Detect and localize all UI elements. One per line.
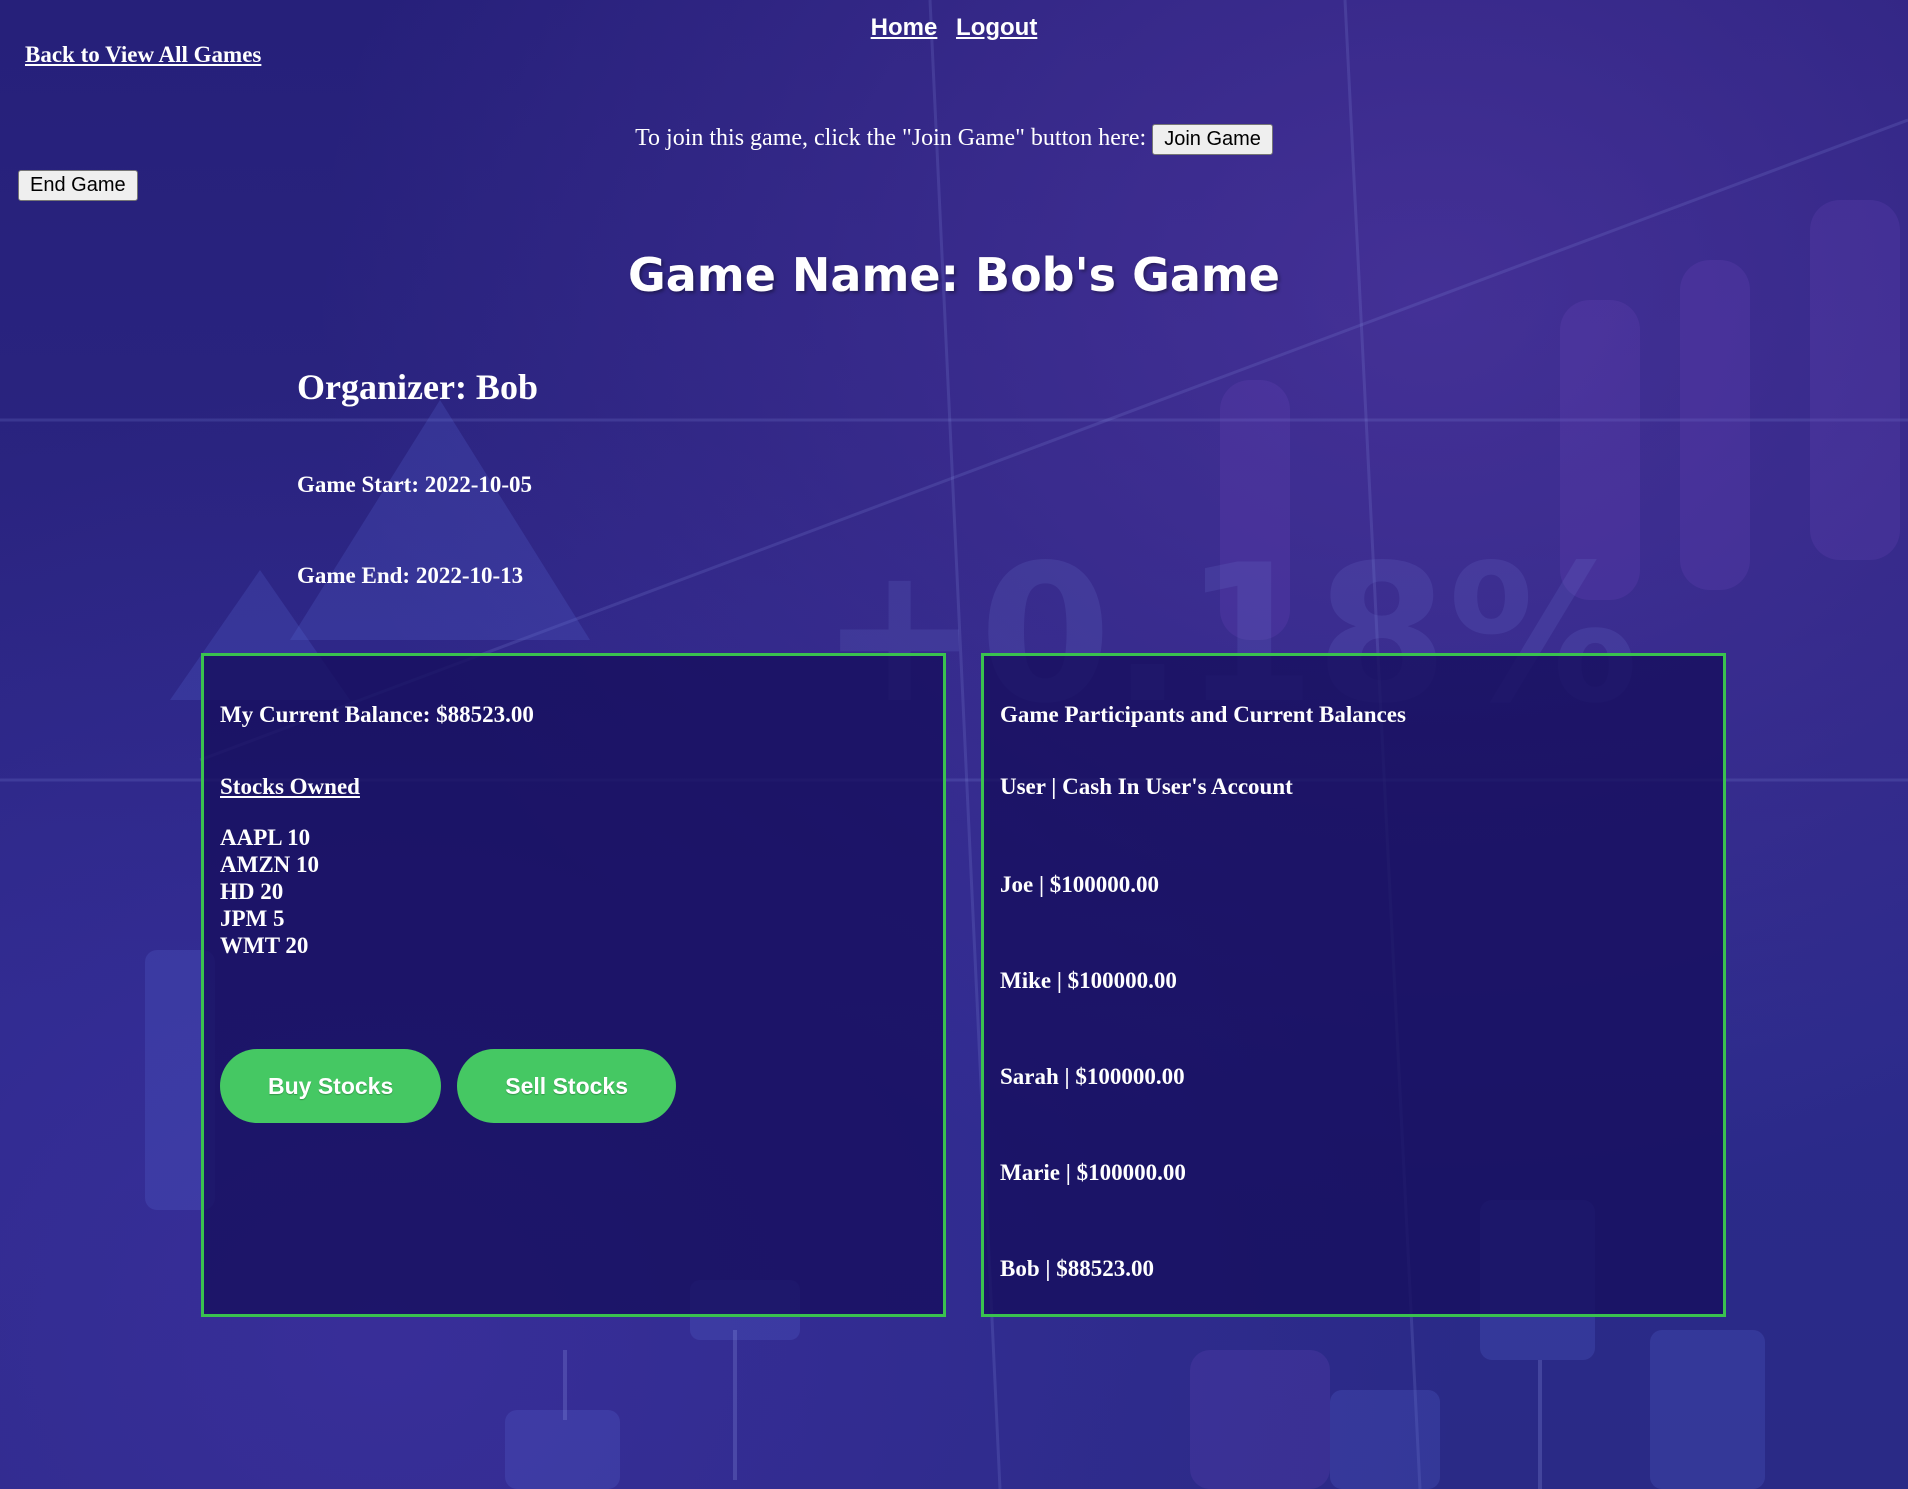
join-game-prompt: To join this game, click the "Join Game"… [635, 125, 1147, 152]
participant-row: Mike | $100000.00 [1000, 968, 1177, 993]
sell-stocks-button[interactable]: Sell Stocks [457, 1049, 676, 1123]
participants-title: Game Participants and Current Balances [1000, 702, 1406, 727]
end-game-button[interactable]: End Game [18, 170, 138, 201]
home-link[interactable]: Home [871, 14, 938, 41]
participants-panel: Game Participants and Current Balances U… [981, 653, 1726, 1317]
back-to-all-games-link[interactable]: Back to View All Games [25, 42, 261, 68]
top-navigation: Home Logout [0, 14, 1908, 42]
participants-list: Joe | $100000.00 Mike | $100000.00 Sarah… [1000, 870, 1186, 1350]
trade-buttons: Buy Stocks Sell Stocks [220, 1049, 688, 1123]
join-game-row: To join this game, click the "Join Game"… [0, 124, 1908, 155]
logout-link[interactable]: Logout [956, 14, 1037, 41]
my-portfolio-panel: My Current Balance: $88523.00 Stocks Own… [201, 653, 946, 1317]
participant-row: Sarah | $100000.00 [1000, 1064, 1185, 1089]
buy-stocks-button[interactable]: Buy Stocks [220, 1049, 442, 1123]
participants-column-header: User | Cash In User's Account [1000, 774, 1293, 799]
game-name-title: Game Name: Bob's Game [627, 248, 1281, 302]
join-game-button[interactable]: Join Game [1152, 124, 1273, 155]
stocks-owned-heading: Stocks Owned [220, 774, 360, 799]
stock-item: HD 20 [220, 879, 284, 904]
stock-item: JPM 5 [220, 906, 285, 931]
stock-item: AAPL 10 [220, 825, 311, 850]
stock-item: WMT 20 [220, 933, 309, 958]
game-end-date: Game End: 2022-10-13 [297, 563, 524, 588]
participant-row: Marie | $100000.00 [1000, 1160, 1186, 1185]
stocks-owned-list: AAPL 10 AMZN 10 HD 20 JPM 5 WMT 20 [220, 824, 319, 959]
participant-row: Joe | $100000.00 [1000, 872, 1160, 897]
current-balance: My Current Balance: $88523.00 [220, 702, 534, 727]
stock-item: AMZN 10 [220, 852, 320, 877]
game-start-date: Game Start: 2022-10-05 [297, 472, 533, 497]
participant-row: Bob | $88523.00 [1000, 1256, 1154, 1281]
organizer-heading: Organizer: Bob [297, 367, 538, 407]
